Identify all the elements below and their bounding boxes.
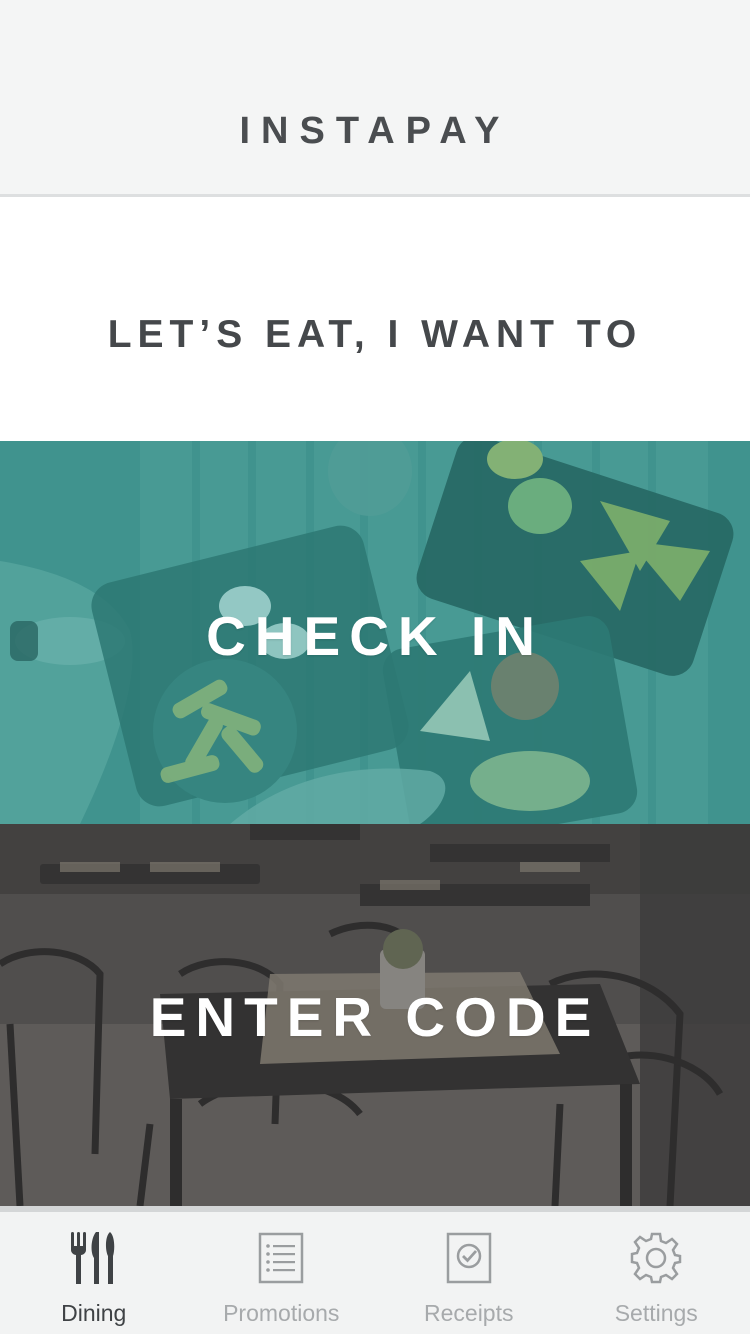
check-in-label: CHECK IN xyxy=(206,604,544,667)
receipt-check-icon xyxy=(441,1230,497,1286)
prompt-text: LET’S EAT, I WANT TO xyxy=(107,312,643,356)
enter-code-label: ENTER CODE xyxy=(149,986,601,1048)
check-in-button[interactable]: CHECK IN xyxy=(0,441,750,824)
prompt-section: LET’S EAT, I WANT TO xyxy=(0,200,750,441)
fork-knife-icon xyxy=(66,1230,122,1286)
tab-bar: Dining Promotions Receipts Settings xyxy=(0,1206,750,1334)
app-title: INSTAPAY xyxy=(239,109,511,152)
tab-settings[interactable]: Settings xyxy=(563,1212,750,1334)
tab-receipts[interactable]: Receipts xyxy=(375,1212,563,1334)
tab-promotions[interactable]: Promotions xyxy=(188,1212,376,1334)
tab-receipts-label: Receipts xyxy=(424,1300,514,1326)
tab-dining[interactable]: Dining xyxy=(0,1212,188,1334)
list-icon xyxy=(253,1230,309,1286)
enter-code-button[interactable]: ENTER CODE xyxy=(0,824,750,1206)
gear-icon xyxy=(628,1230,684,1286)
tab-settings-label: Settings xyxy=(614,1300,698,1326)
header-bar: INSTAPAY xyxy=(0,0,750,197)
tab-dining-label: Dining xyxy=(61,1300,127,1326)
tab-promotions-label: Promotions xyxy=(223,1300,340,1326)
